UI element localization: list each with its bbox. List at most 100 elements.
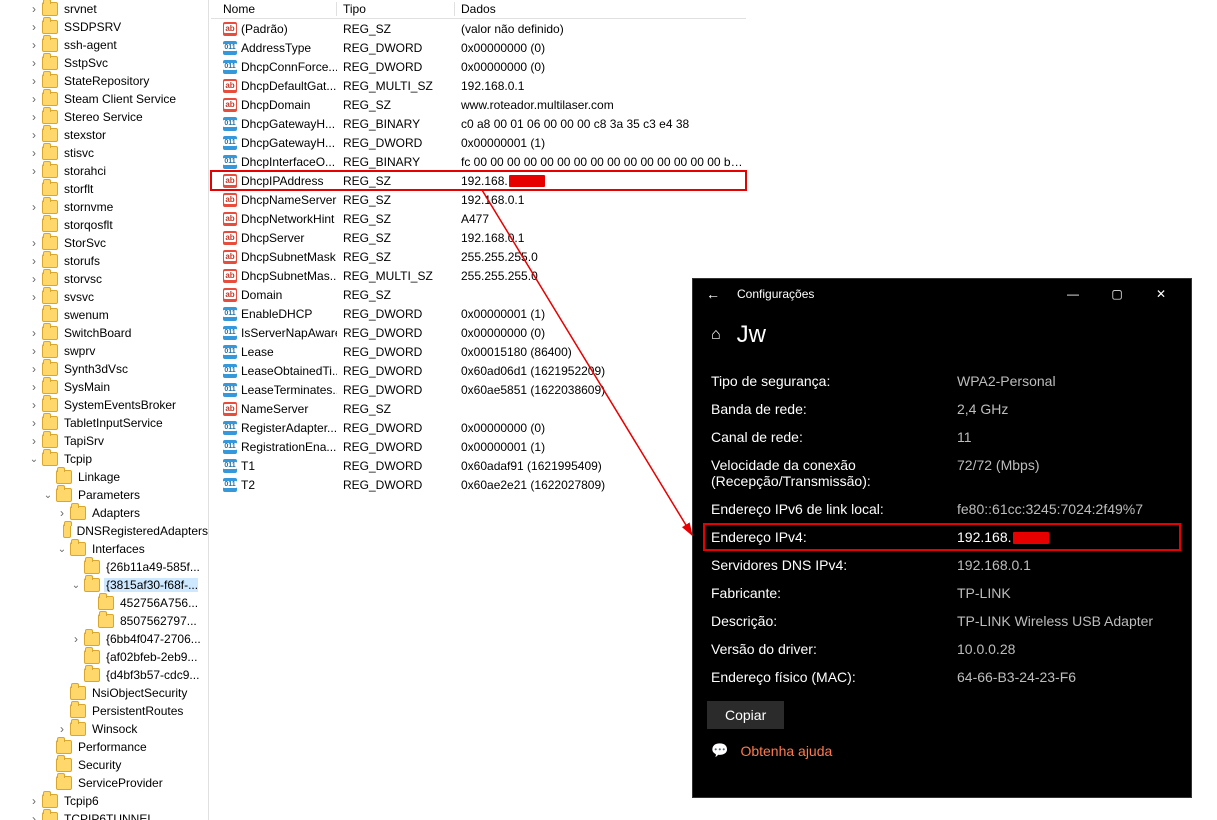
tree-item[interactable]: SystemEventsBroker	[0, 396, 208, 414]
tree-item[interactable]: {3815af30-f68f-...	[0, 576, 208, 594]
value-row[interactable]: DomainREG_SZ	[211, 285, 746, 304]
expand-chevron-icon[interactable]	[70, 580, 82, 591]
tree-item[interactable]: Steam Client Service	[0, 90, 208, 108]
tree-item[interactable]: Stereo Service	[0, 108, 208, 126]
col-type[interactable]: Tipo	[337, 2, 455, 16]
tree-item[interactable]: DNSRegisteredAdapters	[0, 522, 208, 540]
expand-chevron-icon[interactable]	[28, 812, 40, 820]
expand-chevron-icon[interactable]	[28, 254, 40, 268]
tree-item[interactable]: Adapters	[0, 504, 208, 522]
expand-chevron-icon[interactable]	[56, 506, 68, 520]
value-row[interactable]: IsServerNapAwareREG_DWORD0x00000000 (0)	[211, 323, 746, 342]
tree-item[interactable]: storqosflt	[0, 216, 208, 234]
expand-chevron-icon[interactable]	[28, 416, 40, 430]
tree-item[interactable]: SstpSvc	[0, 54, 208, 72]
tree-item[interactable]: 8507562797...	[0, 612, 208, 630]
tree-item[interactable]: Security	[0, 756, 208, 774]
tree-item[interactable]: storflt	[0, 180, 208, 198]
expand-chevron-icon[interactable]	[28, 362, 40, 376]
col-name[interactable]: Nome	[217, 2, 337, 16]
value-row[interactable]: LeaseREG_DWORD0x00015180 (86400)	[211, 342, 746, 361]
tree-item[interactable]: stisvc	[0, 144, 208, 162]
tree-item[interactable]: Tcpip	[0, 450, 208, 468]
value-row[interactable]: AddressTypeREG_DWORD0x00000000 (0)	[211, 38, 746, 57]
value-row[interactable]: NameServerREG_SZ	[211, 399, 746, 418]
expand-chevron-icon[interactable]	[28, 398, 40, 412]
value-row[interactable]: DhcpInterfaceO...REG_BINARYfc 00 00 00 0…	[211, 152, 746, 171]
expand-chevron-icon[interactable]	[28, 200, 40, 214]
value-row[interactable]: (Padrão)REG_SZ(valor não definido)	[211, 19, 746, 38]
tree-item[interactable]: swenum	[0, 306, 208, 324]
expand-chevron-icon[interactable]	[28, 380, 40, 394]
tree-item[interactable]: stornvme	[0, 198, 208, 216]
value-row[interactable]: LeaseTerminates...REG_DWORD0x60ae5851 (1…	[211, 380, 746, 399]
tree-item[interactable]: TabletInputService	[0, 414, 208, 432]
tree-item[interactable]: StateRepository	[0, 72, 208, 90]
value-row[interactable]: T2REG_DWORD0x60ae2e21 (1622027809)	[211, 475, 746, 494]
registry-tree[interactable]: srvnetSSDPSRVssh-agentSstpSvcStateReposi…	[0, 0, 209, 820]
titlebar[interactable]: ← Configurações — ▢ ✕	[693, 279, 1191, 309]
help-link[interactable]: 💬 Obtenha ajuda	[707, 734, 836, 767]
tree-item[interactable]: TCPIP6TUNNEL	[0, 810, 208, 820]
tree-item[interactable]: SSDPSRV	[0, 18, 208, 36]
minimize-button[interactable]: —	[1051, 279, 1095, 309]
tree-item[interactable]: PersistentRoutes	[0, 702, 208, 720]
expand-chevron-icon[interactable]	[28, 164, 40, 178]
close-button[interactable]: ✕	[1139, 279, 1183, 309]
expand-chevron-icon[interactable]	[28, 290, 40, 304]
value-row[interactable]: T1REG_DWORD0x60adaf91 (1621995409)	[211, 456, 746, 475]
value-row[interactable]: DhcpSubnetMas...REG_MULTI_SZ255.255.255.…	[211, 266, 746, 285]
expand-chevron-icon[interactable]	[28, 38, 40, 52]
expand-chevron-icon[interactable]	[28, 92, 40, 106]
tree-item[interactable]: NsiObjectSecurity	[0, 684, 208, 702]
tree-item[interactable]: ServiceProvider	[0, 774, 208, 792]
expand-chevron-icon[interactable]	[28, 454, 40, 465]
copy-button[interactable]: Copiar	[707, 701, 784, 729]
tree-item[interactable]: storahci	[0, 162, 208, 180]
tree-item[interactable]: storvsc	[0, 270, 208, 288]
tree-item[interactable]: {6bb4f047-2706...	[0, 630, 208, 648]
value-row[interactable]: DhcpDomainREG_SZwww.roteador.multilaser.…	[211, 95, 746, 114]
tree-item[interactable]: StorSvc	[0, 234, 208, 252]
tree-item[interactable]: {26b11a49-585f...	[0, 558, 208, 576]
value-row[interactable]: DhcpGatewayH...REG_BINARYc0 a8 00 01 06 …	[211, 114, 746, 133]
tree-item[interactable]: Parameters	[0, 486, 208, 504]
expand-chevron-icon[interactable]	[28, 272, 40, 286]
expand-chevron-icon[interactable]	[28, 326, 40, 340]
tree-item[interactable]: Interfaces	[0, 540, 208, 558]
home-icon[interactable]: ⌂	[711, 326, 721, 344]
expand-chevron-icon[interactable]	[56, 544, 68, 555]
expand-chevron-icon[interactable]	[28, 2, 40, 16]
expand-chevron-icon[interactable]	[70, 632, 82, 646]
value-row[interactable]: EnableDHCPREG_DWORD0x00000001 (1)	[211, 304, 746, 323]
tree-item[interactable]: swprv	[0, 342, 208, 360]
expand-chevron-icon[interactable]	[42, 490, 54, 501]
tree-item[interactable]: Performance	[0, 738, 208, 756]
value-row[interactable]: RegistrationEna...REG_DWORD0x00000001 (1…	[211, 437, 746, 456]
value-row[interactable]: DhcpIPAddressREG_SZ192.168.	[211, 171, 746, 190]
expand-chevron-icon[interactable]	[28, 110, 40, 124]
value-row[interactable]: DhcpGatewayH...REG_DWORD0x00000001 (1)	[211, 133, 746, 152]
settings-window[interactable]: ← Configurações — ▢ ✕ ⌂ Jw Tipo de segur…	[692, 278, 1192, 798]
expand-chevron-icon[interactable]	[28, 146, 40, 160]
tree-item[interactable]: svsvc	[0, 288, 208, 306]
expand-chevron-icon[interactable]	[28, 56, 40, 70]
value-row[interactable]: RegisterAdapter...REG_DWORD0x00000000 (0…	[211, 418, 746, 437]
maximize-button[interactable]: ▢	[1095, 279, 1139, 309]
tree-item[interactable]: ssh-agent	[0, 36, 208, 54]
value-row[interactable]: DhcpConnForce...REG_DWORD0x00000000 (0)	[211, 57, 746, 76]
tree-item[interactable]: storufs	[0, 252, 208, 270]
value-row[interactable]: DhcpSubnetMaskREG_SZ255.255.255.0	[211, 247, 746, 266]
expand-chevron-icon[interactable]	[28, 344, 40, 358]
tree-item[interactable]: stexstor	[0, 126, 208, 144]
expand-chevron-icon[interactable]	[28, 128, 40, 142]
expand-chevron-icon[interactable]	[28, 434, 40, 448]
value-row[interactable]: LeaseObtainedTi...REG_DWORD0x60ad06d1 (1…	[211, 361, 746, 380]
expand-chevron-icon[interactable]	[28, 236, 40, 250]
tree-item[interactable]: {d4bf3b57-cdc9...	[0, 666, 208, 684]
tree-item[interactable]: TapiSrv	[0, 432, 208, 450]
tree-item[interactable]: Linkage	[0, 468, 208, 486]
tree-item[interactable]: {af02bfeb-2eb9...	[0, 648, 208, 666]
expand-chevron-icon[interactable]	[56, 722, 68, 736]
tree-item[interactable]: Tcpip6	[0, 792, 208, 810]
